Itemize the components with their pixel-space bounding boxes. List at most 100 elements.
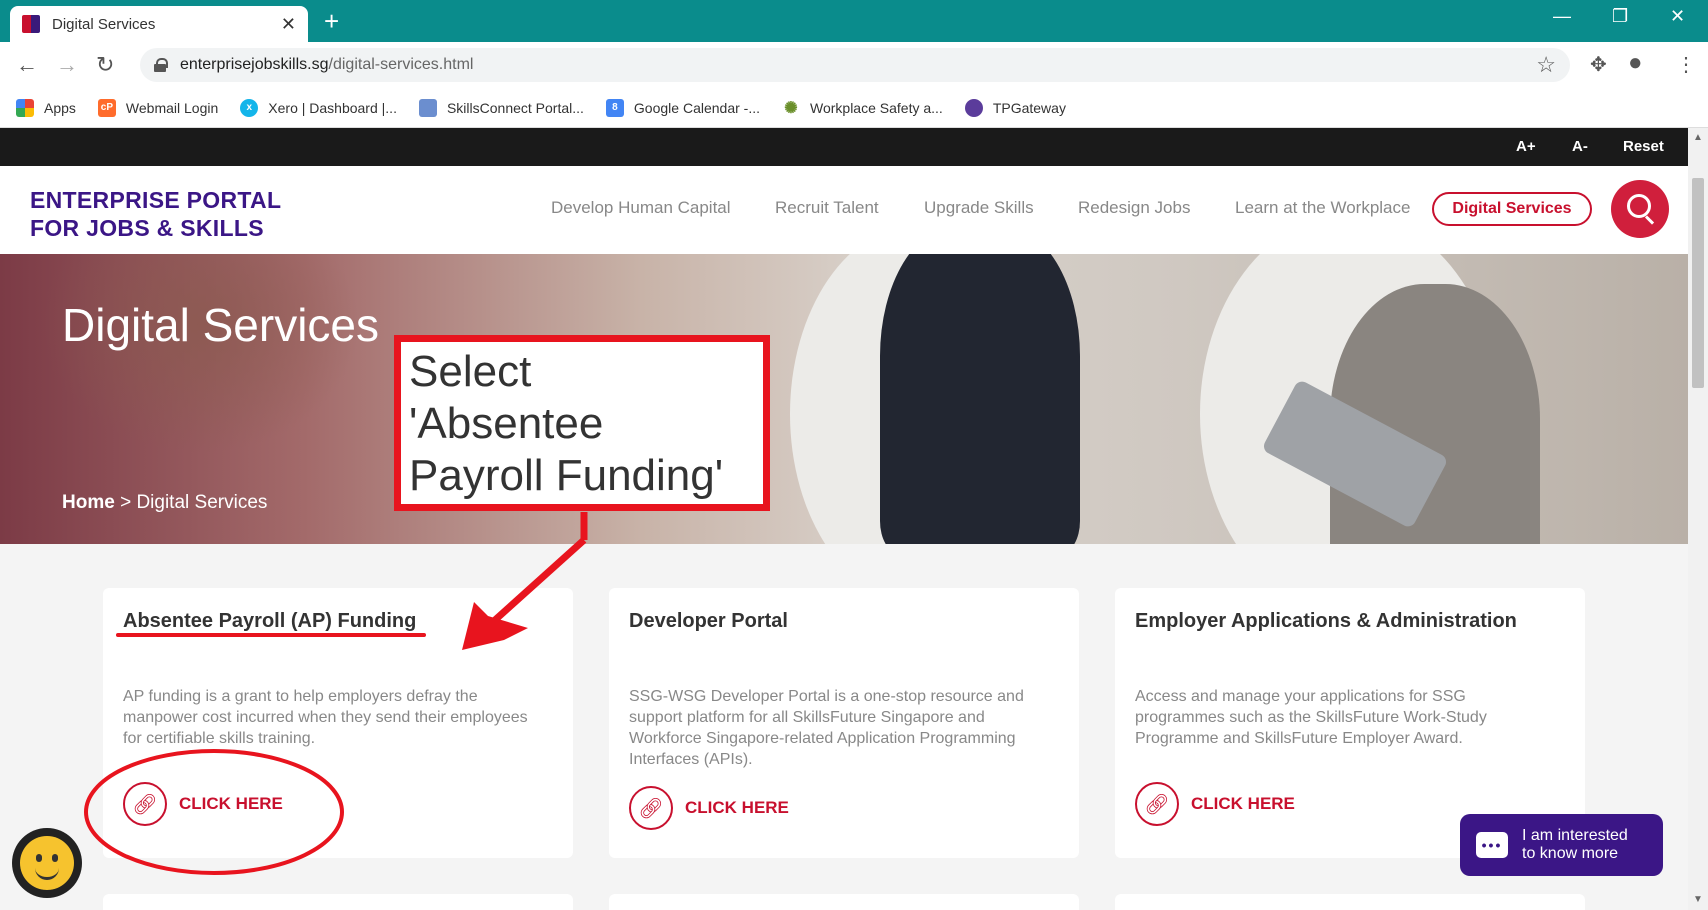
instruction-callout: Select 'Absentee Payroll Funding': [394, 335, 770, 511]
bookmark-webmail[interactable]: cP Webmail Login: [97, 98, 219, 117]
breadcrumb: Home > Digital Services: [62, 492, 267, 514]
skillsconnect-icon: [418, 98, 437, 117]
bookmark-google-calendar[interactable]: 8 Google Calendar -...: [605, 98, 760, 117]
logo-line: ENTERPRISE PORTAL: [30, 187, 282, 213]
breadcrumb-home-link[interactable]: Home: [62, 492, 115, 513]
search-icon[interactable]: [1611, 180, 1669, 238]
chat-label: I am interested to know more: [1522, 827, 1628, 862]
card-description: Access and manage your applications for …: [1135, 688, 1487, 747]
service-card-partial: [1115, 894, 1585, 910]
nav-recruit-talent[interactable]: Recruit Talent: [775, 198, 879, 218]
web-page: A+ A- Reset ENTERPRISE PORTAL FOR JOBS &…: [0, 128, 1688, 910]
smiley-face-icon: [20, 836, 74, 890]
browser-toolbar: ← → ↻ enterprisejobskills.sg/digital-ser…: [0, 42, 1708, 88]
font-decrease-button[interactable]: A-: [1572, 138, 1588, 155]
nav-develop-human-capital[interactable]: Develop Human Capital: [551, 198, 731, 218]
card-description: AP funding is a grant to help employers …: [123, 688, 528, 747]
scrollbar-thumb[interactable]: [1692, 178, 1704, 388]
link-label: CLICK HERE: [1191, 794, 1295, 813]
callout-line: 'Absentee: [409, 399, 604, 448]
breadcrumb-separator: >: [114, 492, 137, 513]
minimize-icon[interactable]: —: [1553, 6, 1571, 27]
developer-portal-click-here-link[interactable]: 🔗︎ CLICK HERE: [629, 786, 789, 830]
callout-line: Select: [409, 347, 532, 396]
close-window-icon[interactable]: ✕: [1670, 6, 1685, 27]
menu-icon[interactable]: ⋮: [1676, 52, 1696, 77]
hero-foliage-shape: [40, 254, 360, 454]
font-reset-button[interactable]: Reset: [1623, 138, 1664, 155]
accessibility-bar: A+ A- Reset: [0, 128, 1688, 166]
tab-close-icon[interactable]: ✕: [281, 14, 296, 35]
bookmark-tpgateway[interactable]: TPGateway: [964, 98, 1066, 117]
tab-title: Digital Services: [52, 15, 156, 33]
bookmark-apps[interactable]: Apps: [16, 98, 76, 117]
address-bar[interactable]: enterprisejobskills.sg/digital-services.…: [140, 48, 1570, 82]
extensions-icon[interactable]: ✥: [1590, 52, 1607, 77]
bookmark-label: Apps: [44, 99, 76, 116]
bookmark-label: Workplace Safety a...: [810, 99, 943, 116]
bookmarks-bar: Apps cP Webmail Login x Xero | Dashboard…: [0, 88, 1708, 128]
card-title[interactable]: Absentee Payroll (AP) Funding: [123, 610, 416, 633]
callout-line: Payroll Funding': [409, 451, 724, 500]
service-card-ap-funding: Absentee Payroll (AP) Funding AP funding…: [103, 588, 573, 858]
wsh-icon: ✺: [782, 98, 800, 117]
bookmark-workplace-safety[interactable]: ✺ Workplace Safety a...: [782, 98, 943, 117]
employer-applications-click-here-link[interactable]: 🔗︎ CLICK HERE: [1135, 782, 1295, 826]
tpgateway-icon: [964, 98, 983, 117]
nav-upgrade-skills[interactable]: Upgrade Skills: [924, 198, 1034, 218]
xero-icon: x: [240, 98, 259, 117]
forward-icon[interactable]: →: [56, 52, 78, 78]
chat-widget-button[interactable]: ••• I am interested to know more: [1460, 814, 1663, 876]
new-tab-button[interactable]: +: [324, 8, 339, 34]
link-label: CLICK HERE: [179, 794, 283, 813]
bookmark-label: TPGateway: [992, 99, 1066, 116]
link-label: CLICK HERE: [685, 798, 789, 817]
card-title[interactable]: Employer Applications & Administration: [1135, 610, 1517, 633]
profile-icon[interactable]: ●: [1628, 49, 1643, 77]
bookmark-label: Google Calendar -...: [633, 99, 760, 116]
site-favicon-icon: [22, 15, 40, 33]
hero-banner: Digital Services Home > Digital Services: [0, 254, 1688, 544]
service-card-developer-portal: Developer Portal SSG-WSG Developer Porta…: [609, 588, 1079, 858]
nav-learn-at-workplace[interactable]: Learn at the Workplace: [1235, 198, 1410, 218]
annotation-underline: [116, 633, 426, 637]
screen: Digital Services ✕ + — ❐ ✕ ← → ↻ enterpr…: [0, 0, 1708, 910]
service-card-partial: [103, 894, 573, 910]
card-title[interactable]: Developer Portal: [629, 610, 788, 633]
back-icon[interactable]: ←: [16, 52, 38, 78]
bookmark-label: SkillsConnect Portal...: [446, 99, 584, 116]
bookmark-label: Xero | Dashboard |...: [268, 99, 397, 116]
bookmark-star-icon[interactable]: ☆: [1536, 52, 1556, 78]
scroll-up-arrow-icon[interactable]: ▲: [1693, 132, 1703, 143]
page-title: Digital Services: [62, 299, 379, 351]
link-icon: 🔗︎: [123, 782, 167, 826]
card-description: SSG-WSG Developer Portal is a one-stop r…: [629, 688, 1024, 768]
digital-services-button[interactable]: Digital Services: [1432, 192, 1592, 226]
bookmark-xero[interactable]: x Xero | Dashboard |...: [240, 98, 397, 117]
font-increase-button[interactable]: A+: [1516, 138, 1536, 155]
site-logo[interactable]: ENTERPRISE PORTAL FOR JOBS & SKILLS: [30, 186, 281, 242]
service-card-partial: [609, 894, 1079, 910]
cpanel-icon: cP: [97, 98, 116, 117]
calendar-icon: 8: [605, 98, 624, 117]
hero-businessman: [880, 254, 1080, 544]
logo-line: FOR JOBS & SKILLS: [30, 215, 264, 241]
browser-tab[interactable]: Digital Services ✕: [10, 6, 308, 42]
reload-icon[interactable]: ↻: [96, 52, 114, 78]
link-icon: 🔗︎: [1135, 782, 1179, 826]
chat-bubble-icon: •••: [1476, 832, 1508, 858]
link-icon: 🔗︎: [629, 786, 673, 830]
feedback-smiley-button[interactable]: [12, 828, 82, 898]
nav-redesign-jobs[interactable]: Redesign Jobs: [1078, 198, 1190, 218]
bookmark-skillsconnect[interactable]: SkillsConnect Portal...: [418, 98, 584, 117]
page-scrollbar[interactable]: ▲ ▼: [1688, 128, 1708, 910]
browser-tabstrip: Digital Services ✕ + — ❐ ✕: [0, 0, 1708, 42]
restore-icon[interactable]: ❐: [1612, 6, 1628, 27]
lock-icon: [154, 58, 168, 72]
url-text: enterprisejobskills.sg/digital-services.…: [180, 56, 474, 73]
scroll-down-arrow-icon[interactable]: ▼: [1693, 894, 1703, 905]
bookmark-label: Webmail Login: [125, 99, 219, 116]
ap-funding-click-here-link[interactable]: 🔗︎ CLICK HERE: [123, 782, 283, 826]
site-header: ENTERPRISE PORTAL FOR JOBS & SKILLS Deve…: [0, 166, 1688, 254]
breadcrumb-current: Digital Services: [136, 492, 268, 513]
